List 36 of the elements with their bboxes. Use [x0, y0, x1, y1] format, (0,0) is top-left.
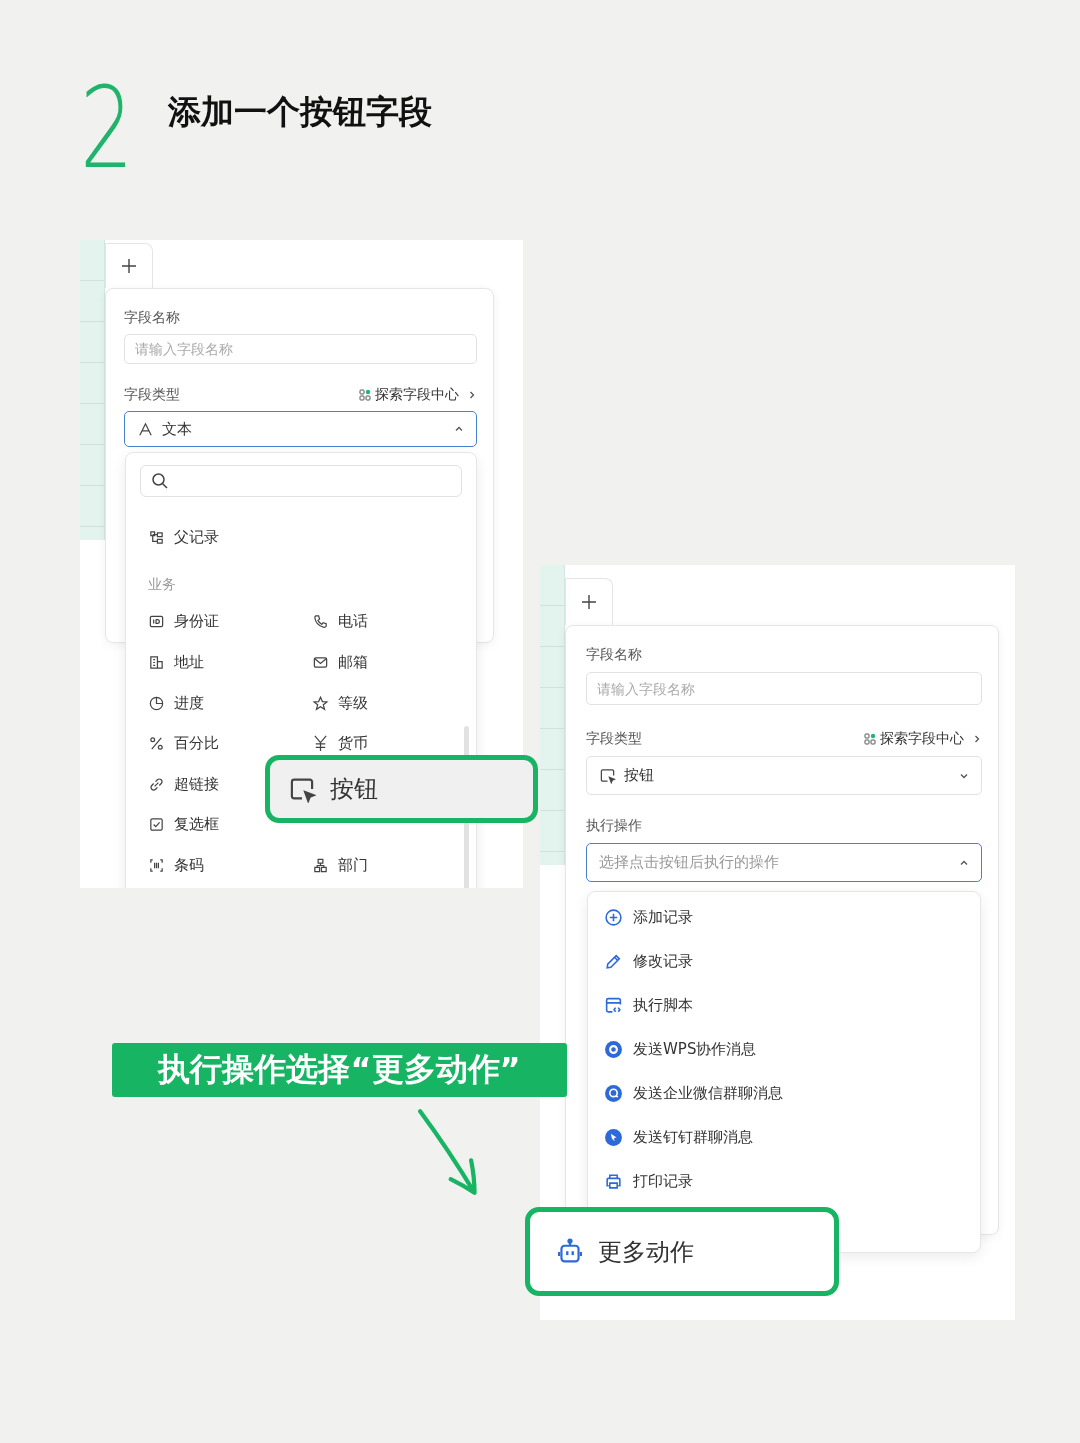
field-label: 字段类型	[124, 386, 180, 404]
select-value: 按钮	[624, 766, 655, 785]
option-label: 货币	[338, 734, 368, 754]
group-heading: 业务	[148, 574, 177, 594]
annotation-label: 执行操作选择“更多动作”	[112, 1043, 567, 1097]
option-label: 父记录	[174, 527, 219, 547]
link-text: 探索字段中心	[375, 386, 459, 404]
step-number: 2	[80, 72, 134, 184]
option-label: 部门	[338, 855, 368, 875]
option-label: 复选框	[174, 815, 219, 835]
field-label: 字段名称	[586, 646, 643, 664]
callout-label: 按钮	[330, 774, 378, 805]
option-label: 等级	[338, 693, 368, 713]
step-title: 添加一个按钮字段	[168, 91, 432, 133]
link-text: 探索字段中心	[880, 730, 964, 748]
option-label: 超链接	[174, 774, 219, 794]
option-label: 进度	[174, 693, 204, 713]
option-label: 添加记录	[633, 907, 693, 927]
option-label: 条码	[174, 855, 204, 875]
option-label: 身份证	[174, 612, 219, 632]
option-label: 修改记录	[633, 951, 693, 971]
option-label: 发送企业微信群聊消息	[633, 1083, 783, 1103]
field-label: 执行操作	[586, 817, 643, 835]
option-label: 百分比	[174, 734, 219, 754]
select-placeholder: 选择点击按钮后执行的操作	[599, 853, 780, 872]
callout-label: 更多动作	[598, 1236, 694, 1268]
option-label: 邮箱	[338, 653, 368, 672]
option-label: 执行脚本	[633, 995, 693, 1015]
field-label: 字段名称	[124, 309, 181, 327]
field-label: 字段类型	[586, 730, 642, 748]
option-label: 发送WPS协作消息	[633, 1039, 757, 1059]
option-label: 发送钉钉群聊消息	[633, 1127, 753, 1147]
select-value: 文本	[162, 419, 193, 439]
option-label: 地址	[174, 653, 204, 672]
option-label: 电话	[338, 612, 368, 632]
option-label: 打印记录	[633, 1171, 693, 1191]
